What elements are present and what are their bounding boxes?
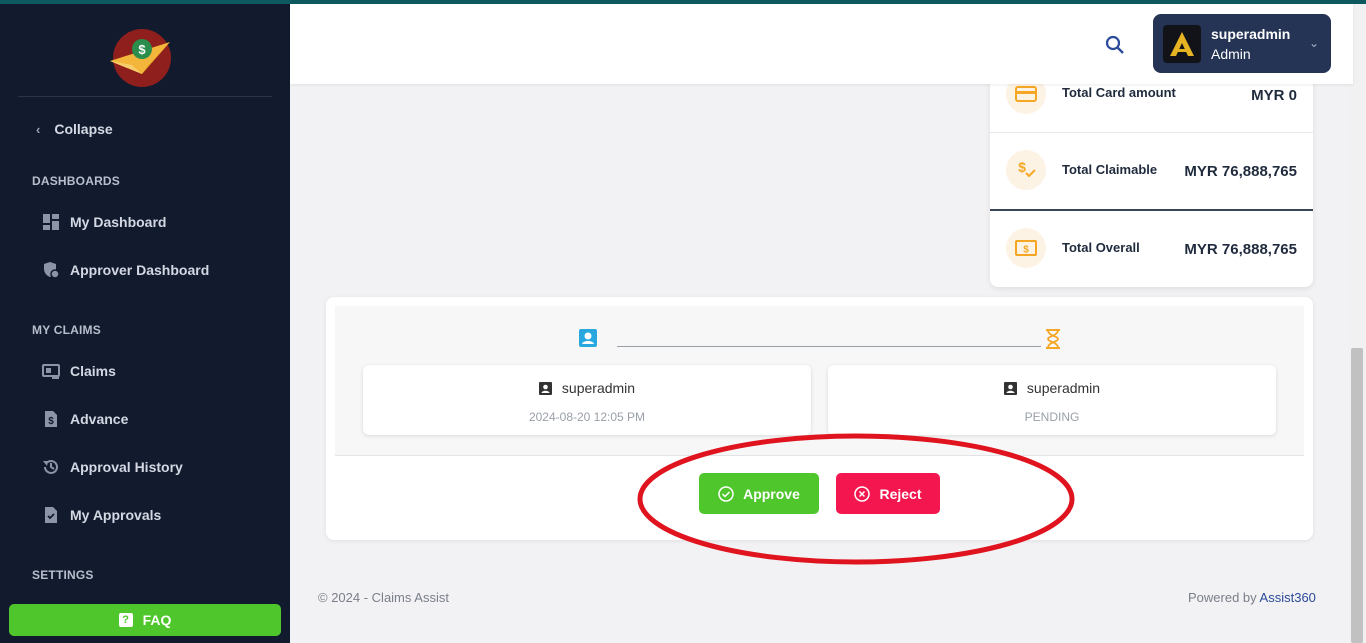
summary-value: MYR 76,888,765	[1184, 241, 1297, 258]
history-icon	[43, 459, 58, 474]
banknote-icon: $	[1006, 228, 1046, 268]
scrollbar-thumb[interactable]	[1351, 348, 1363, 643]
step-user-name: superadmin	[561, 380, 636, 396]
sidebar-item-approval-history[interactable]: Approval History	[42, 458, 183, 476]
collapse-label: Collapse	[54, 121, 113, 137]
sidebar-item-label: My Approvals	[70, 507, 162, 523]
section-my-claims: MY CLAIMS	[32, 323, 101, 337]
search-icon[interactable]	[1104, 34, 1126, 56]
svg-text:$: $	[138, 42, 146, 57]
step-user-name: superadmin	[1026, 380, 1101, 396]
sidebar-item-label: Advance	[70, 411, 129, 427]
summary-total-divider	[990, 209, 1313, 211]
sidebar-item-label: Claims	[70, 363, 116, 379]
svg-text:$: $	[1023, 245, 1029, 256]
dashboard-icon	[43, 214, 59, 230]
summary-value: MYR 76,888,765	[1184, 163, 1297, 180]
step-status: PENDING	[1024, 410, 1080, 424]
section-dashboards: DASHBOARDS	[32, 174, 121, 188]
sidebar-item-label: Approval History	[70, 459, 183, 475]
app-logo: $	[110, 29, 171, 87]
summary-label: Total Card amount	[1062, 85, 1176, 100]
sidebar-item-approver-dashboard[interactable]: Approver Dashboard	[42, 261, 209, 279]
user-menu[interactable]: superadmin Admin ⌄	[1153, 14, 1331, 73]
summary-label: Total Overall	[1062, 240, 1140, 255]
user-name: superadmin	[1211, 25, 1291, 42]
faq-button[interactable]: ? FAQ	[9, 604, 281, 636]
sidebar-item-label: Approver Dashboard	[70, 262, 210, 278]
top-accent-bar	[0, 0, 1366, 4]
contact-icon	[538, 381, 552, 395]
faq-label: FAQ	[142, 612, 172, 628]
footer-copyright: © 2024 - Claims Assist	[318, 590, 449, 605]
collapse-toggle[interactable]: ‹ Collapse	[36, 121, 113, 137]
sidebar-item-advance[interactable]: $ Advance	[42, 410, 128, 428]
shield-user-icon	[44, 262, 60, 279]
powered-brand-link[interactable]: Assist360	[1260, 590, 1316, 605]
step-connector	[617, 346, 1041, 347]
chevron-down-icon: ⌄	[1308, 36, 1319, 50]
chevron-left-icon: ‹	[36, 121, 41, 137]
contact-icon	[1003, 381, 1017, 395]
sidebar-item-my-approvals[interactable]: My Approvals	[42, 506, 161, 524]
section-settings: SETTINGS	[32, 568, 94, 582]
sidebar-item-my-dashboard[interactable]: My Dashboard	[42, 213, 166, 231]
annotation-ellipse	[637, 433, 1075, 565]
hourglass-icon	[1046, 329, 1060, 349]
step-timestamp: 2024-08-20 12:05 PM	[528, 410, 646, 424]
summary-label: Total Claimable	[1062, 162, 1158, 177]
dollar-document-icon: $	[45, 411, 57, 427]
svg-text:$: $	[1018, 159, 1026, 175]
summary-value: MYR 0	[1251, 87, 1297, 104]
user-card-icon	[579, 329, 597, 347]
sidebar-divider	[18, 96, 272, 97]
summary-divider	[990, 132, 1313, 133]
user-role: Admin	[1211, 45, 1251, 62]
sidebar-item-label: My Dashboard	[70, 214, 167, 230]
document-check-icon	[45, 507, 57, 523]
claims-icon	[42, 364, 60, 379]
approval-step-card: superadmin 2024-08-20 12:05 PM	[363, 365, 811, 435]
avatar	[1163, 24, 1201, 63]
help-icon: ?	[118, 613, 133, 627]
svg-text:$: $	[48, 416, 54, 427]
top-header: superadmin Admin ⌄	[290, 4, 1353, 84]
sidebar: $ ‹ Collapse DASHBOARDS My Dashboard App…	[0, 0, 290, 643]
dollar-check-icon: $	[1006, 150, 1046, 190]
footer-powered-by: Powered by Assist360	[1188, 590, 1316, 605]
approval-step-card: superadmin PENDING	[828, 365, 1276, 435]
powered-prefix: Powered by	[1188, 590, 1260, 605]
sidebar-item-claims[interactable]: Claims	[42, 362, 116, 380]
